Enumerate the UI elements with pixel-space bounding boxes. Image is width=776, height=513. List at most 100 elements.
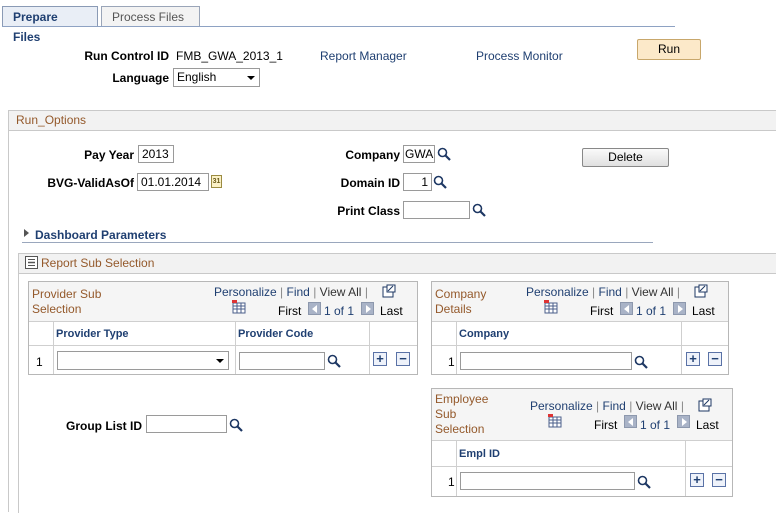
company-search-icon[interactable] — [437, 147, 451, 161]
employee-grid-title-line3: Selection — [435, 422, 485, 436]
tab-process-files[interactable]: Process Files — [101, 6, 200, 26]
provider-last-label[interactable]: Last — [380, 304, 403, 318]
emplid-column-header[interactable]: Empl ID — [459, 448, 500, 460]
company-delete-row-button[interactable]: − — [708, 352, 722, 366]
company-grid-title: Company Details — [435, 287, 486, 317]
employee-count-text: 1 of 1 — [640, 418, 671, 432]
grid-divider — [29, 345, 417, 346]
pay-year-label: Pay Year — [84, 148, 134, 162]
tab-divider — [2, 26, 675, 27]
group-list-input[interactable] — [146, 415, 227, 433]
chevron-down-icon — [216, 359, 224, 363]
provider-code-column-header[interactable]: Provider Code — [238, 328, 313, 340]
company-last-label[interactable]: Last — [692, 304, 715, 318]
col-divider — [369, 321, 370, 374]
report-sub-title: Report Sub Selection — [19, 254, 776, 274]
report-manager-link[interactable]: Report Manager — [320, 49, 407, 63]
employee-last-text: Last — [696, 418, 719, 432]
provider-count-text: 1 of 1 — [324, 304, 355, 318]
company-last-text: Last — [692, 304, 715, 318]
company-popout-icon[interactable] — [694, 284, 708, 298]
group-list-search-icon[interactable] — [229, 418, 243, 432]
employee-find-link[interactable]: Find — [603, 399, 626, 413]
col-divider — [456, 440, 457, 496]
company-first-label[interactable]: First — [590, 304, 613, 318]
company-grid-input[interactable] — [460, 352, 632, 370]
chevron-down-icon — [247, 76, 255, 80]
domain-id-label: Domain ID — [340, 176, 400, 190]
company-prev-icon[interactable] — [620, 302, 633, 315]
employee-first-text: First — [594, 418, 618, 432]
provider-last-text: Last — [380, 304, 403, 318]
provider-grid-title: Provider Sub Selection — [32, 287, 101, 317]
process-monitor-link[interactable]: Process Monitor — [476, 49, 563, 63]
company-column-header[interactable]: Company — [459, 328, 509, 340]
dashboard-parameters-link[interactable]: Dashboard Parameters — [35, 228, 166, 242]
provider-view-all-link[interactable]: View All — [320, 285, 362, 299]
employee-delete-row-button[interactable]: − — [712, 473, 726, 487]
separator: | — [364, 285, 368, 299]
provider-add-row-button[interactable]: + — [373, 352, 387, 366]
language-select[interactable]: English — [173, 68, 260, 87]
provider-first-label[interactable]: First — [278, 304, 301, 318]
pay-year-input[interactable]: 2013 — [138, 145, 174, 163]
domain-search-icon[interactable] — [433, 175, 447, 189]
provider-popout-icon[interactable] — [382, 284, 396, 298]
emplid-search-icon[interactable] — [637, 475, 651, 489]
employee-add-row-button[interactable]: + — [690, 473, 704, 487]
employee-popout-icon[interactable] — [698, 398, 712, 412]
company-input[interactable]: GWA — [403, 145, 435, 163]
company-grid-nav-top: Personalize | Find | View All | — [526, 285, 680, 299]
grid-divider — [432, 440, 732, 441]
employee-first-label[interactable]: First — [594, 418, 617, 432]
company-find-link[interactable]: Find — [599, 285, 622, 299]
company-row-number: 1 — [448, 355, 455, 369]
domain-id-input[interactable]: 1 — [403, 173, 432, 191]
employee-count: 1 of 1 — [640, 418, 670, 432]
provider-grid-nav-top: Personalize | Find | View All | — [214, 285, 368, 299]
provider-type-select[interactable] — [57, 351, 229, 370]
emplid-input[interactable] — [460, 472, 635, 490]
grid-divider — [29, 321, 417, 322]
provider-download-grid-icon[interactable] — [232, 300, 246, 314]
provider-next-icon[interactable] — [361, 302, 374, 315]
company-grid-search-icon[interactable] — [634, 355, 648, 369]
print-class-input[interactable] — [403, 201, 470, 219]
grid-divider — [432, 345, 728, 346]
employee-row-number: 1 — [448, 475, 455, 489]
provider-type-column-header[interactable]: Provider Type — [56, 328, 129, 340]
company-first-text: First — [590, 304, 614, 318]
provider-personalize-link[interactable]: Personalize — [214, 285, 277, 299]
company-count-text: 1 of 1 — [636, 304, 667, 318]
print-class-search-icon[interactable] — [472, 203, 486, 217]
run-button[interactable]: Run — [637, 39, 701, 60]
provider-count: 1 of 1 — [324, 304, 354, 318]
separator: | — [676, 285, 680, 299]
employee-personalize-link[interactable]: Personalize — [530, 399, 593, 413]
expand-triangle-icon[interactable] — [24, 229, 29, 237]
delete-button[interactable]: Delete — [582, 148, 669, 167]
separator: | — [596, 399, 600, 413]
provider-find-link[interactable]: Find — [287, 285, 310, 299]
company-next-icon[interactable] — [673, 302, 686, 315]
tab-prepare-files[interactable]: Prepare Files — [2, 6, 98, 44]
provider-code-input[interactable] — [239, 352, 325, 370]
employee-prev-icon[interactable] — [624, 415, 637, 428]
company-add-row-button[interactable]: + — [686, 352, 700, 366]
calendar-icon[interactable]: 31 — [211, 175, 222, 188]
collapse-section-icon[interactable] — [25, 256, 38, 269]
employee-next-icon[interactable] — [677, 415, 690, 428]
company-view-all-link[interactable]: View All — [632, 285, 674, 299]
provider-prev-icon[interactable] — [308, 302, 321, 315]
employee-last-label[interactable]: Last — [696, 418, 719, 432]
company-download-grid-icon[interactable] — [544, 300, 558, 314]
provider-code-search-icon[interactable] — [327, 354, 341, 368]
bvg-valid-input[interactable]: 01.01.2014 — [137, 173, 209, 191]
col-divider — [681, 321, 682, 374]
provider-delete-row-button[interactable]: − — [396, 352, 410, 366]
employee-download-grid-icon[interactable] — [548, 414, 562, 428]
separator: | — [313, 285, 317, 299]
employee-view-all-link[interactable]: View All — [636, 399, 678, 413]
company-personalize-link[interactable]: Personalize — [526, 285, 589, 299]
print-class-label: Print Class — [337, 204, 400, 218]
